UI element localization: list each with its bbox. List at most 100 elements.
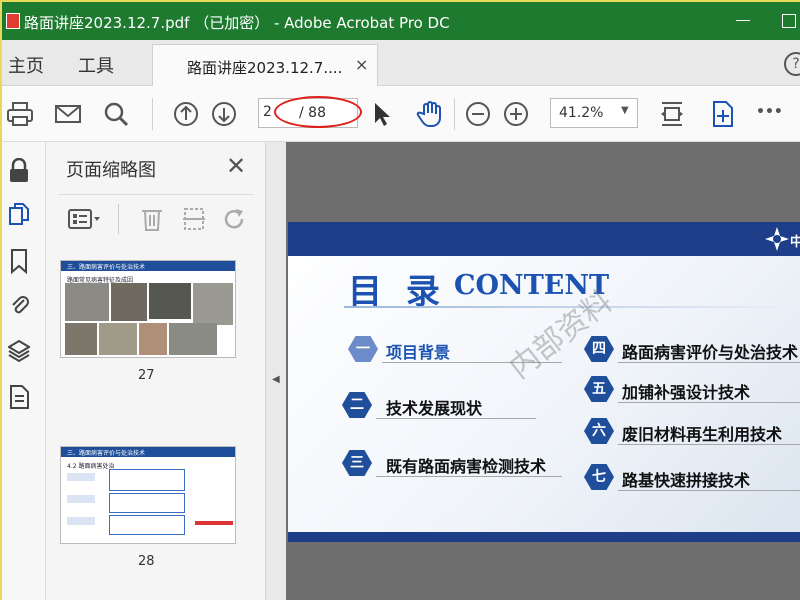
full-screen-icon[interactable] (708, 100, 736, 128)
previous-page-icon[interactable] (172, 100, 200, 128)
thumbnail-photo (65, 323, 97, 355)
select-tool-icon[interactable] (368, 100, 396, 128)
logo-text: 中 (790, 235, 800, 250)
acrobat-app-icon (6, 13, 20, 29)
toolbar-separator (152, 98, 153, 130)
panel-divider (58, 194, 254, 195)
minimize-button[interactable] (736, 20, 750, 21)
thumbnail-header-text: 三、路面病害评价与处治技术 (67, 450, 146, 457)
hand-tool-icon[interactable] (416, 100, 444, 128)
toc-number-badge: 二 (342, 392, 372, 418)
document-tab-label: 路面讲座2023.12.7.... (187, 59, 343, 77)
thumbnail-box (109, 469, 185, 491)
tools-separator (118, 204, 119, 234)
tab-tools[interactable]: 工具 (78, 52, 114, 78)
toc-underline (618, 490, 800, 491)
email-icon[interactable] (54, 100, 82, 128)
window-title: 路面讲座2023.12.7.pdf （已加密） - Adobe Acrobat … (24, 14, 450, 32)
print-icon[interactable] (6, 100, 34, 128)
thumbnail-photo (139, 323, 167, 355)
toc-number-badge: 五 (584, 376, 614, 402)
next-page-icon[interactable] (210, 100, 238, 128)
toc-item-label: 加铺补强设计技术 (622, 383, 751, 402)
toc-underline (376, 418, 536, 419)
toc-item-label: 路基快速拼接技术 (622, 471, 751, 490)
document-view[interactable]: 中 目 录 CONTENT 一 项目背景 二 技术发展现状 三 既有路面病害检测… (286, 142, 800, 600)
thumbnail-box (109, 515, 185, 535)
layers-icon[interactable] (8, 338, 30, 364)
toc-number-badge: 一 (348, 336, 378, 362)
toc-underline (376, 476, 562, 477)
lock-icon[interactable] (8, 158, 30, 184)
thumbnail-header-band: 三、路面病害评价与处治技术 (61, 261, 235, 271)
toolbar: 2 / 88 41.2% ▼ ••• (2, 86, 800, 142)
bookmark-icon[interactable] (8, 248, 30, 274)
left-navigation-rail (2, 142, 46, 600)
thumbnail-photo (149, 283, 191, 319)
thumbnail-photo (65, 283, 109, 321)
page-thumbnails-panel: 页面缩略图 ✕ 三、路面病害评价与处治技术 路面常见病害特征及成因 27 三、路… (46, 142, 306, 600)
zoom-out-icon[interactable] (464, 100, 492, 128)
fit-page-icon[interactable] (658, 100, 686, 128)
thumbnail-highlight (195, 521, 233, 525)
close-panel-icon[interactable]: ✕ (226, 152, 246, 180)
slide-footer-band (288, 532, 800, 542)
toc-number-badge: 三 (342, 450, 372, 476)
zoom-in-icon[interactable] (502, 100, 530, 128)
page-thumbnail-28[interactable]: 三、路面病害评价与处治技术 4.2 路面病害处治 (60, 446, 236, 544)
toc-underline (618, 444, 800, 445)
thumbnail-page-number: 27 (138, 368, 155, 383)
toc-underline (618, 402, 800, 403)
toc-item-label: 路面病害评价与处治技术 (622, 343, 799, 362)
thumbnail-subtitle: 4.2 路面病害处治 (67, 463, 115, 470)
split-page-icon[interactable] (182, 206, 206, 232)
title-bar: 路面讲座2023.12.7.pdf （已加密） - Adobe Acrobat … (2, 2, 800, 40)
thumbnail-photo (193, 283, 233, 325)
thumbnail-header-text: 三、路面病害评价与处治技术 (67, 264, 146, 271)
thumbnail-tools (60, 202, 260, 236)
tab-document[interactable]: 路面讲座2023.12.7.... × (152, 44, 378, 86)
toolbar-separator (454, 98, 455, 130)
page-thumbnails-icon[interactable] (8, 202, 30, 228)
rotate-page-icon[interactable] (222, 206, 248, 232)
company-logo-icon (765, 227, 789, 251)
attachment-icon[interactable] (8, 292, 30, 318)
document-icon[interactable] (8, 384, 30, 410)
maximize-button[interactable] (782, 14, 796, 28)
thumbnail-page-number: 28 (138, 554, 155, 569)
zoom-level-select[interactable]: 41.2% ▼ (550, 98, 638, 128)
toc-item-label: 既有路面病害检测技术 (386, 457, 547, 476)
thumbnail-photo (99, 323, 137, 355)
tab-home[interactable]: 主页 (8, 52, 44, 78)
page-thumbnail-27[interactable]: 三、路面病害评价与处治技术 路面常见病害特征及成因 (60, 260, 236, 358)
delete-page-icon[interactable] (140, 206, 164, 232)
slide-header-band (288, 222, 800, 256)
zoom-level-value: 41.2% (559, 105, 604, 121)
toc-number-badge: 六 (584, 418, 614, 444)
toc-item-label: 废旧材料再生利用技术 (622, 425, 783, 444)
panel-title: 页面缩略图 (66, 160, 156, 181)
toc-item-label: 项目背景 (386, 343, 451, 362)
toc-item-label: 技术发展现状 (386, 399, 483, 418)
thumbnail-box (67, 495, 95, 503)
close-tab-icon[interactable]: × (355, 55, 368, 74)
thumbnail-options-icon[interactable] (68, 206, 102, 232)
search-icon[interactable] (102, 100, 130, 128)
chevron-left-icon[interactable]: ◀ (272, 374, 280, 385)
thumbnail-header-band: 三、路面病害评价与处治技术 (61, 447, 235, 457)
tab-bar: 主页 工具 路面讲座2023.12.7.... × ? (2, 40, 800, 86)
current-page-input[interactable]: 2 (263, 104, 272, 120)
thumbnail-photo (169, 323, 217, 355)
more-options-icon[interactable]: ••• (756, 104, 784, 132)
chevron-down-icon[interactable]: ▼ (621, 105, 629, 116)
collapse-panel-handle[interactable]: ◀ (266, 142, 286, 600)
toc-number-badge: 四 (584, 336, 614, 362)
toc-underline (618, 362, 800, 363)
toc-number-badge: 七 (584, 464, 614, 490)
red-annotation-ellipse (274, 96, 362, 128)
thumbnail-photo (111, 283, 147, 321)
slide-page: 中 目 录 CONTENT 一 项目背景 二 技术发展现状 三 既有路面病害检测… (288, 222, 800, 542)
thumbnail-box (67, 473, 95, 481)
help-icon[interactable]: ? (784, 52, 800, 76)
thumbnail-box (67, 517, 95, 525)
